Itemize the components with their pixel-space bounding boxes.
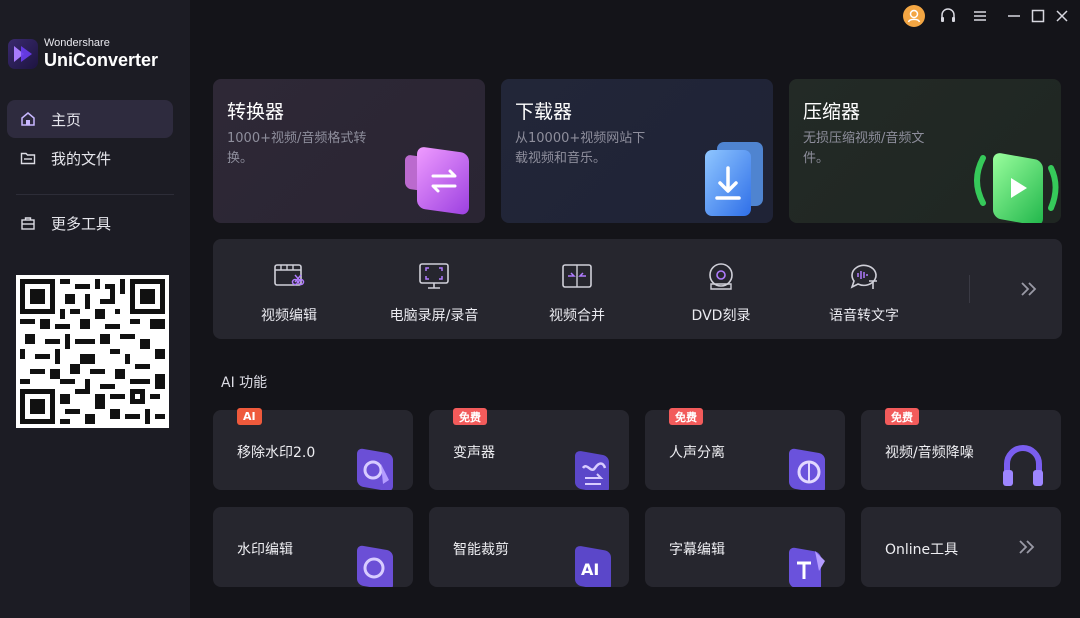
tool-video-merge[interactable]: 视频合并 [537, 239, 617, 339]
more-tools-button[interactable] [1017, 277, 1041, 301]
ai-card-watermark-remove[interactable]: AI 移除水印2.0 [213, 408, 413, 492]
card-title: 压缩器 [803, 101, 861, 123]
maximize-icon [1031, 9, 1045, 23]
downloader-icon [683, 128, 773, 223]
minimize-icon [1008, 15, 1020, 17]
tool-label: 视频编辑 [261, 308, 317, 324]
ai-card-label: 字幕编辑 [669, 542, 725, 558]
free-badge: 免费 [453, 408, 487, 425]
sidebar: Wondershare UniConverter 主页 我的文件 更多工具 [0, 0, 190, 618]
watermark-remove-icon [347, 434, 403, 492]
free-badge: 免费 [669, 408, 703, 425]
tool-label: 视频合并 [549, 308, 605, 324]
ai-card-label: 人声分离 [669, 445, 725, 461]
qr-code [16, 275, 169, 428]
sidebar-item-label: 更多工具 [51, 214, 112, 233]
free-badge: 免费 [885, 408, 919, 425]
card-title: 转换器 [227, 101, 285, 123]
brand: Wondershare UniConverter [8, 38, 158, 69]
minimize-button[interactable] [1002, 4, 1026, 28]
ai-card-watermark-edit[interactable]: 水印编辑 [213, 507, 413, 591]
converter-icon [395, 128, 485, 223]
uniconverter-logo-icon [8, 38, 38, 69]
ai-section-title: AI 功能 [221, 375, 268, 391]
tool-screen-record[interactable]: 电脑录屏/录音 [379, 239, 489, 339]
tool-label: DVD刻录 [691, 308, 751, 324]
ai-card-label: 变声器 [453, 445, 495, 461]
dvd-icon [704, 261, 738, 291]
speech-to-text-icon [847, 261, 881, 291]
video-edit-icon [272, 261, 306, 291]
sidebar-item-my-files[interactable]: 我的文件 [7, 139, 173, 177]
tool-speech-to-text[interactable]: 语音转文字 [819, 239, 909, 339]
tool-label: 语音转文字 [829, 308, 899, 324]
downloader-card[interactable]: 下载器 从10000+视频网站下载视频和音乐。 [501, 79, 773, 223]
card-description: 从10000+视频网站下载视频和音乐。 [515, 131, 646, 166]
ai-card-label: Online工具 [885, 542, 959, 558]
menu-icon [974, 11, 986, 21]
ai-badge: AI [237, 408, 262, 425]
folder-icon [19, 149, 37, 167]
card-description: 1000+视频/音频格式转换。 [227, 131, 367, 166]
svg-text:AI: AI [581, 560, 599, 579]
subtitle-edit-icon [779, 531, 835, 592]
chevron-double-right-icon [1017, 535, 1037, 559]
noise-reduction-icon [995, 434, 1051, 490]
sidebar-item-label: 我的文件 [51, 149, 112, 168]
toolbox-icon [19, 214, 37, 232]
tool-label: 电脑录屏/录音 [389, 308, 479, 324]
sidebar-item-home[interactable]: 主页 [7, 100, 173, 138]
ai-card-vocal-separation[interactable]: 免费 人声分离 [645, 408, 845, 494]
avatar-icon [903, 5, 925, 27]
menu-button[interactable] [968, 4, 992, 28]
merge-icon [560, 261, 594, 291]
sidebar-item-more-tools[interactable]: 更多工具 [7, 204, 173, 242]
close-button[interactable] [1050, 4, 1074, 28]
ai-card-online-tools[interactable]: Online工具 [861, 507, 1061, 587]
watermark-edit-icon [347, 531, 403, 591]
ai-card-voice-changer[interactable]: 免费 变声器 [429, 408, 629, 494]
ai-card-smart-crop[interactable]: 智能裁剪 AI [429, 507, 629, 591]
vocal-separation-icon [779, 434, 835, 494]
title-bar [850, 0, 1080, 32]
brand-company: Wondershare [44, 37, 110, 49]
quick-tools-bar: 视频编辑 电脑录屏/录音 视频合并 DVD刻录 语音转文字 [213, 239, 1062, 339]
chevron-double-right-icon [1021, 282, 1037, 296]
tool-video-edit[interactable]: 视频编辑 [249, 239, 329, 339]
tools-divider [969, 275, 970, 303]
compressor-icon [971, 128, 1061, 223]
brand-product: UniConverter [44, 50, 159, 70]
support-button[interactable] [936, 4, 960, 28]
user-avatar-button[interactable] [902, 4, 926, 28]
converter-card[interactable]: 转换器 1000+视频/音频格式转换。 [213, 79, 485, 223]
screen-record-icon [417, 261, 451, 291]
card-title: 下载器 [515, 101, 573, 123]
ai-card-label: 视频/音频降噪 [885, 445, 974, 461]
ai-card-label: 智能裁剪 [453, 542, 509, 558]
sidebar-item-label: 主页 [51, 110, 82, 129]
sidebar-divider [16, 194, 174, 195]
compressor-card[interactable]: 压缩器 无损压缩视频/音频文件。 [789, 79, 1061, 223]
ai-card-noise-reduction[interactable]: 免费 视频/音频降噪 [861, 408, 1061, 490]
headset-icon [941, 8, 955, 22]
home-icon [19, 110, 37, 128]
ai-card-label: 水印编辑 [237, 542, 293, 558]
ai-card-label: 移除水印2.0 [237, 445, 316, 461]
voice-changer-icon [563, 434, 619, 494]
smart-crop-icon: AI [563, 531, 619, 591]
card-description: 无损压缩视频/音频文件。 [803, 131, 925, 166]
close-icon [1056, 10, 1068, 22]
tool-dvd-burn[interactable]: DVD刻录 [681, 239, 761, 339]
ai-card-subtitle-edit[interactable]: 字幕编辑 [645, 507, 845, 592]
maximize-button[interactable] [1026, 4, 1050, 28]
